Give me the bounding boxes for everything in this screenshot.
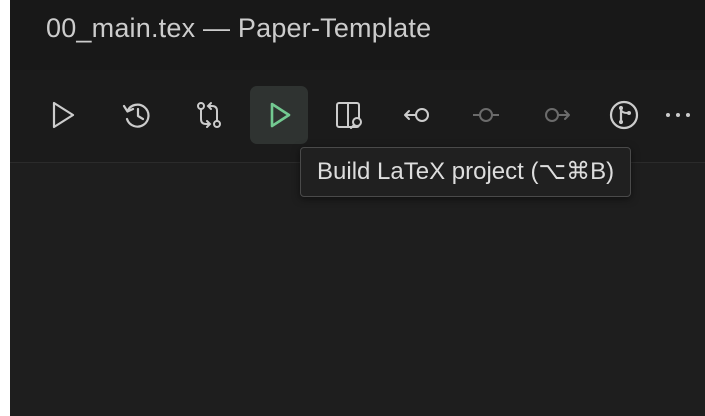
arrow-left-commit-icon [404,108,429,122]
next-commit-button[interactable] [527,86,585,144]
title-bar: 00_main.tex — Paper-Template [10,0,705,70]
build-latex-tooltip: Build LaTeX project (⌥⌘B) [300,147,632,197]
editor-window: 00_main.tex — Paper-Template Build LaTeX… [10,0,705,416]
build-latex-project-button[interactable] [250,86,308,144]
commit-icon [473,108,499,122]
history-button[interactable] [108,86,166,144]
compare-changes-button[interactable] [180,86,238,144]
run-button[interactable] [33,86,91,144]
view-pdf-button[interactable] [320,86,378,144]
more-actions-button[interactable] [662,86,705,144]
arrow-right-commit-icon [545,108,570,122]
current-commit-button[interactable] [457,86,515,144]
previous-commit-button[interactable] [389,86,447,144]
git-graph-circle-icon [609,100,639,130]
play-outline-icon [270,102,291,128]
git-graph-button[interactable] [595,86,653,144]
git-compare-icon [197,102,221,128]
editor-area[interactable] [10,163,705,416]
window-title: 00_main.tex — Paper-Template [46,13,432,43]
play-outline-icon [52,101,75,129]
history-icon [122,103,150,128]
split-preview-search-icon [336,102,362,129]
ellipsis-icon [666,113,690,117]
